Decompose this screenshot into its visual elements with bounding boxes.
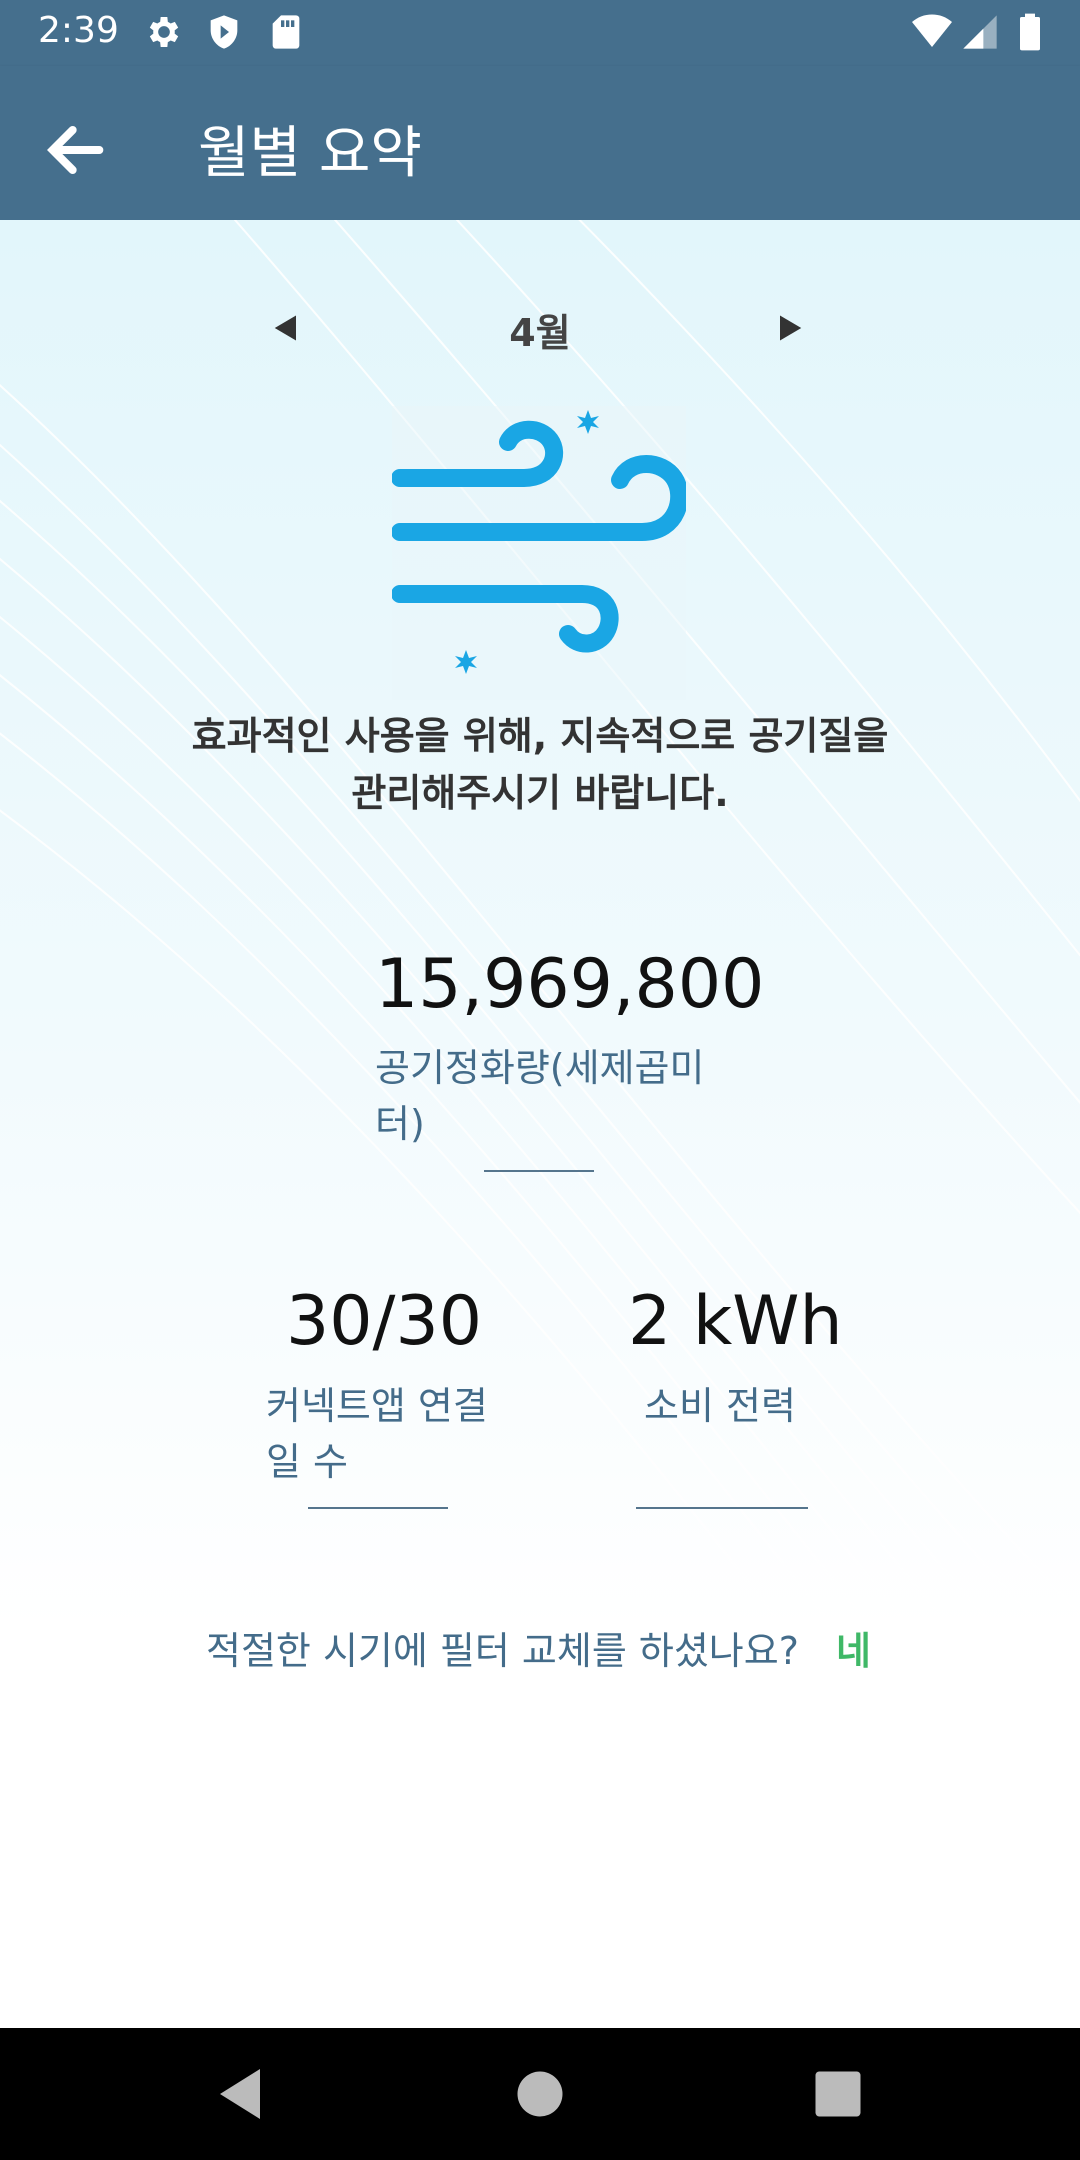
usage-message: 효과적인 사용을 위해, 지속적으로 공기질을 관리해주시기 바랍니다. [191, 714, 889, 815]
power-value: 2 kWh [628, 1282, 843, 1361]
app-bar: 월별 요약 [0, 66, 1080, 220]
battery-icon [1020, 13, 1040, 51]
triangle-right-icon [780, 315, 802, 341]
month-navigator: 4월 [0, 290, 1080, 370]
sd-card-icon [272, 15, 300, 49]
connected-days-underline [308, 1507, 448, 1509]
air-volume-label: 공기정화량(세제곱미터) [375, 1046, 705, 1146]
power-label: 소비 전력 [644, 1384, 796, 1428]
gear-icon [149, 17, 179, 47]
air-volume-underline [484, 1170, 594, 1172]
back-icon[interactable] [210, 2064, 270, 2124]
back-arrow-icon[interactable] [36, 110, 116, 190]
power-underline [636, 1507, 808, 1509]
home-icon[interactable] [510, 2064, 570, 2124]
air-volume-value: 15,969,800 [375, 945, 765, 1024]
wifi-icon [912, 14, 952, 47]
shield-icon [210, 15, 238, 49]
connected-days-label: 커넥트앱 연결 일 수 [266, 1384, 488, 1484]
connected-days-value: 30/30 [286, 1282, 482, 1361]
status-time: 2:39 [38, 10, 119, 51]
filter-yes-button[interactable]: 네 [836, 1620, 871, 1675]
wind-icon [392, 406, 686, 700]
next-month-button[interactable] [760, 298, 820, 358]
month-label: 4월 [509, 311, 571, 355]
filter-question: 적절한 시기에 필터 교체를 하셨나요? [206, 1629, 799, 1673]
main-content: 4월 효과적인 사용을 위해, 지속적으로 공기질을 관리해주시기 바랍니다. … [0, 220, 1080, 2028]
recents-icon[interactable] [808, 2064, 868, 2124]
system-nav-bar [0, 2028, 1080, 2160]
page-title: 월별 요약 [198, 121, 422, 186]
status-bar: 2:39 [0, 0, 1080, 66]
signal-icon [963, 15, 997, 49]
